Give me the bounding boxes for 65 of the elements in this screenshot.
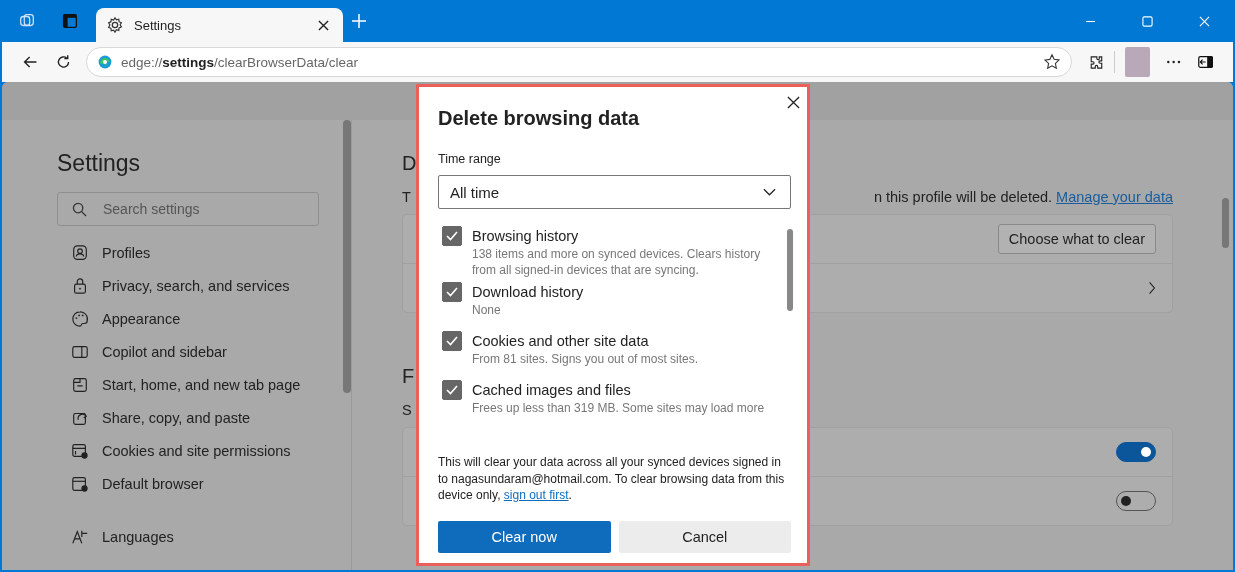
- checkbox[interactable]: [442, 282, 462, 302]
- check-icon: [446, 385, 458, 395]
- gear-icon: [106, 16, 124, 34]
- sidebar-item[interactable]: Appearance: [57, 302, 181, 335]
- chevron-right-icon[interactable]: [1148, 281, 1156, 295]
- favorite-star-icon[interactable]: [1042, 53, 1061, 71]
- scrollbar-thumb[interactable]: [1222, 198, 1229, 248]
- sign-out-link[interactable]: sign out first: [503, 488, 569, 502]
- option-label: Cached images and files: [472, 381, 632, 400]
- section-description: T: [402, 189, 411, 205]
- dialog-title: Delete browsing data: [438, 107, 641, 130]
- sidebar-item[interactable]: Privacy, search, and services: [57, 269, 290, 302]
- browser-logo-icon: [96, 54, 113, 70]
- address-bar[interactable]: edge://settings/clearBrowserData/clear: [85, 47, 1072, 77]
- sidebar-item[interactable]: Cookies and site permissions: [57, 434, 291, 467]
- browser-icon: [71, 474, 89, 493]
- check-icon: [446, 287, 458, 297]
- option-label: Download history: [472, 283, 584, 302]
- option-description: From 81 sites. Signs you out of most sites.: [472, 351, 700, 367]
- checkbox[interactable]: [442, 380, 462, 400]
- choose-what-to-clear-button[interactable]: Choose what to clear: [997, 224, 1156, 254]
- search-field[interactable]: Search settings: [57, 192, 319, 226]
- tab-actions-icon[interactable]: [62, 13, 78, 29]
- option-label: Cookies and other site data: [472, 332, 650, 351]
- check-icon: [446, 336, 458, 346]
- sidebar-item[interactable]: Copilot and sidebar: [57, 335, 227, 368]
- profile-icon: [71, 243, 89, 262]
- browser-tab[interactable]: Settings: [96, 8, 343, 42]
- sidebar-item[interactable]: Profiles: [57, 236, 151, 269]
- toggle-switch[interactable]: [1116, 442, 1156, 462]
- option-description: None: [472, 302, 502, 318]
- check-icon: [446, 231, 458, 241]
- section-description: n this profile will be deleted.: [873, 189, 1053, 205]
- close-tab-icon[interactable]: [318, 19, 329, 31]
- option-description: Frees up less than 319 MB. Some sites may load more: [472, 400, 766, 416]
- sync-notice: This will clear your data across all your synced devices signed in to nagasundaram@hotmail.com. To clear browsing data from this device only, sign out first.: [438, 454, 786, 504]
- checkbox[interactable]: [442, 226, 462, 246]
- palette-icon: [71, 309, 89, 328]
- lock-icon: [71, 276, 89, 295]
- close-icon[interactable]: [787, 96, 800, 109]
- sidebar-item[interactable]: Default browser: [57, 467, 204, 500]
- scrollbar-thumb[interactable]: [343, 120, 351, 393]
- field-label: Time range: [438, 152, 502, 166]
- window-icon: [71, 375, 89, 394]
- search-icon: [72, 202, 87, 217]
- clear-now-button[interactable]: Clear now: [438, 520, 611, 553]
- sidebar-icon[interactable]: [1197, 55, 1213, 69]
- sidebar-item[interactable]: Share, copy, and paste: [57, 401, 251, 434]
- section-description: S: [402, 402, 412, 418]
- option-description: 138 items and more on synced devices. Clears history from all signed-in devices that are syncing.: [472, 246, 762, 278]
- new-tab-icon[interactable]: [351, 13, 367, 29]
- scrollbar-thumb[interactable]: [787, 229, 793, 311]
- section-heading: F: [402, 365, 415, 389]
- time-range-dropdown[interactable]: All time: [438, 175, 791, 209]
- chevron-down-icon: [763, 188, 776, 196]
- lang-icon: [71, 527, 89, 546]
- more-icon[interactable]: [1166, 59, 1182, 65]
- sidebar-item[interactable]: Start, home, and new tab page: [57, 368, 301, 401]
- section-heading: D: [402, 152, 417, 176]
- maximize-icon[interactable]: [1142, 15, 1153, 27]
- settings-heading: Settings: [57, 150, 142, 177]
- option-label: Browsing history: [472, 227, 580, 246]
- checkbox[interactable]: [442, 331, 462, 351]
- sidebar-item[interactable]: Languages: [57, 520, 174, 553]
- cancel-button[interactable]: Cancel: [618, 520, 791, 553]
